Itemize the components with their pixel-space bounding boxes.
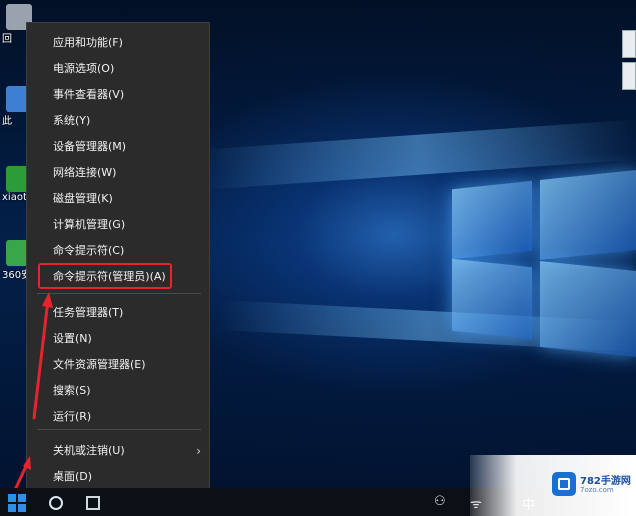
cortana-search-icon[interactable] (49, 496, 63, 510)
menu-item-file-explorer[interactable]: 文件资源管理器(E) (27, 353, 209, 377)
menu-item-label: 文件资源管理器(E) (53, 358, 146, 371)
wallpaper-logo-pane (540, 260, 636, 358)
annotation-highlight-box (38, 263, 172, 289)
wallpaper-logo-pane (452, 258, 532, 340)
menu-item-label: 运行(R) (53, 410, 92, 423)
wallpaper-logo-pane (452, 180, 532, 260)
menu-item-power-options[interactable]: 电源选项(O) (27, 57, 209, 81)
menu-item-label: 命令提示符(C) (53, 244, 125, 257)
menu-item-system[interactable]: 系统(Y) (27, 109, 209, 133)
menu-item-label: 应用和功能(F) (53, 36, 123, 49)
menu-item-computer-management[interactable]: 计算机管理(G) (27, 213, 209, 237)
menu-item-label: 设置(N) (53, 332, 92, 345)
watermark-logo-icon (552, 472, 576, 496)
menu-item-disk-management[interactable]: 磁盘管理(K) (27, 187, 209, 211)
menu-item-label: 磁盘管理(K) (53, 192, 113, 205)
windows-logo-icon (8, 494, 16, 502)
menu-item-apps-and-features[interactable]: 应用和功能(F) (27, 31, 209, 55)
start-button[interactable] (8, 494, 26, 512)
task-view-icon[interactable] (86, 496, 100, 510)
menu-item-command-prompt[interactable]: 命令提示符(C) (27, 239, 209, 263)
menu-item-desktop[interactable]: 桌面(D) (27, 465, 209, 489)
menu-item-event-viewer[interactable]: 事件查看器(V) (27, 83, 209, 107)
watermark-title: 782手游网 (580, 476, 631, 487)
desktop-file-icon[interactable] (622, 62, 636, 90)
menu-item-label: 事件查看器(V) (53, 88, 125, 101)
menu-item-device-manager[interactable]: 设备管理器(M) (27, 135, 209, 159)
menu-item-label: 网络连接(W) (53, 166, 117, 179)
people-icon[interactable]: ⚇ (434, 494, 446, 509)
menu-item-label: 搜索(S) (53, 384, 91, 397)
desktop-file-icon[interactable] (622, 30, 636, 58)
menu-item-run[interactable]: 运行(R) (27, 405, 209, 429)
chevron-right-icon: › (196, 444, 201, 458)
menu-item-label: 系统(Y) (53, 114, 91, 127)
menu-item-settings[interactable]: 设置(N) (27, 327, 209, 351)
menu-item-label: 桌面(D) (53, 470, 93, 483)
windows-logo-icon (18, 504, 26, 512)
wallpaper-logo-pane (540, 169, 636, 261)
menu-item-label: 计算机管理(G) (53, 218, 126, 231)
menu-item-label: 任务管理器(T) (53, 306, 124, 319)
menu-item-search[interactable]: 搜索(S) (27, 379, 209, 403)
menu-item-task-manager[interactable]: 任务管理器(T) (27, 301, 209, 325)
menu-item-label: 设备管理器(M) (53, 140, 127, 153)
watermark-subtitle: 7ozo.com (580, 486, 614, 494)
menu-separator (37, 429, 201, 430)
menu-item-label: 关机或注销(U) (53, 444, 125, 457)
menu-separator (37, 293, 201, 294)
menu-item-network-connections[interactable]: 网络连接(W) (27, 161, 209, 185)
windows-logo-icon (8, 504, 16, 512)
menu-item-shutdown-or-signout[interactable]: 关机或注销(U) › (27, 439, 209, 463)
menu-item-label: 电源选项(O) (53, 62, 115, 75)
windows-logo-icon (18, 494, 26, 502)
winx-context-menu: 应用和功能(F) 电源选项(O) 事件查看器(V) 系统(Y) 设备管理器(M) 网络连接… (26, 22, 210, 497)
